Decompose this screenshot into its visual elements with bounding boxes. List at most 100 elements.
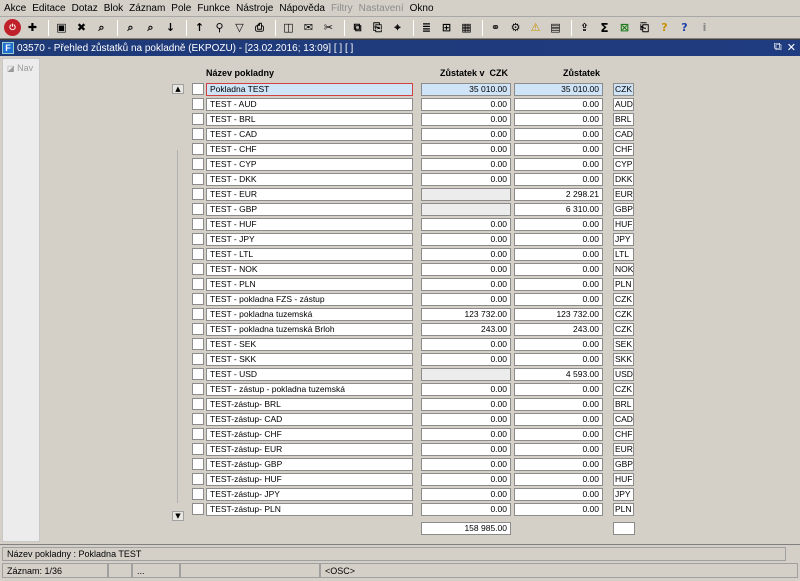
tree-icon[interactable]: ⊞ [438,19,455,36]
gear-icon[interactable]: ⚙ [507,19,524,36]
nav-panel[interactable]: ◪ Nav [2,58,40,542]
print-icon[interactable]: ⎙ [251,19,268,36]
cell-czk-balance[interactable]: 0.00 [421,353,511,366]
cell-currency[interactable]: CZK [613,323,634,336]
cell-czk-balance[interactable] [421,203,511,216]
menu-nastroje[interactable]: Nástroje [236,3,273,14]
cell-currency[interactable]: USD [613,368,634,381]
cell-balance[interactable]: 0.00 [514,293,603,306]
cell-czk-balance[interactable]: 0.00 [421,503,511,516]
info-icon[interactable]: i [696,19,713,36]
cell-name[interactable]: TEST - GBP [206,203,413,216]
excel-icon[interactable]: ⊠ [616,19,633,36]
cell-czk-balance[interactable]: 0.00 [421,338,511,351]
cell-balance[interactable]: 0.00 [514,173,603,186]
cell-currency[interactable]: NOK [613,263,634,276]
cell-currency[interactable]: CAD [613,128,634,141]
row-checkbox[interactable] [192,83,204,95]
cell-czk-balance[interactable]: 0.00 [421,113,511,126]
row-checkbox[interactable] [192,98,204,110]
scroll-down-button[interactable]: ▼ [172,511,184,521]
insert-record-icon[interactable]: ✚ [24,19,41,36]
cell-czk-balance[interactable] [421,188,511,201]
cell-czk-balance[interactable]: 0.00 [421,128,511,141]
cell-name[interactable]: TEST - USD [206,368,413,381]
cell-name[interactable]: TEST - pokladna FZS - zástup [206,293,413,306]
cell-czk-balance[interactable]: 0.00 [421,143,511,156]
row-checkbox[interactable] [192,113,204,125]
cell-currency[interactable]: GBP [613,458,634,471]
row-checkbox[interactable] [192,263,204,275]
row-checkbox[interactable] [192,278,204,290]
cell-czk-balance[interactable]: 0.00 [421,173,511,186]
cell-balance[interactable]: 0.00 [514,338,603,351]
cell-czk-balance[interactable]: 0.00 [421,263,511,276]
row-checkbox[interactable] [192,428,204,440]
cell-name[interactable]: TEST - SKK [206,353,413,366]
cell-name[interactable]: TEST - CAD [206,128,413,141]
menu-nastaveni[interactable]: Nastavení [359,3,404,14]
cell-currency[interactable]: PLN [613,503,634,516]
scrollbar-track[interactable] [177,150,178,503]
filter-icon[interactable]: ⚲ [211,19,228,36]
cell-balance[interactable]: 0.00 [514,488,603,501]
mail-icon[interactable]: ✉ [300,19,317,36]
cell-czk-balance[interactable]: 0.00 [421,428,511,441]
cell-balance[interactable]: 6 310.00 [514,203,603,216]
menu-funkce[interactable]: Funkce [197,3,230,14]
sort-desc-icon[interactable]: ↑ [191,19,208,36]
cell-name[interactable]: TEST-zástup- GBP [206,458,413,471]
delete-record-icon[interactable]: ✖ [73,19,90,36]
close-icon[interactable]: ✕ [787,41,796,54]
cell-balance[interactable]: 0.00 [514,398,603,411]
cell-balance[interactable]: 0.00 [514,263,603,276]
cell-czk-balance[interactable]: 0.00 [421,293,511,306]
cell-balance[interactable]: 0.00 [514,248,603,261]
report-icon[interactable]: ▤ [547,19,564,36]
save-icon[interactable]: ▣ [53,19,70,36]
row-checkbox[interactable] [192,473,204,485]
menu-napoveda[interactable]: Nápověda [279,3,325,14]
cell-currency[interactable]: JPY [613,233,634,246]
cell-name[interactable]: TEST - DKK [206,173,413,186]
cell-balance[interactable]: 0.00 [514,428,603,441]
cell-balance[interactable]: 0.00 [514,413,603,426]
cell-czk-balance[interactable]: 243.00 [421,323,511,336]
cell-currency[interactable]: BRL [613,398,634,411]
cell-czk-balance[interactable]: 0.00 [421,218,511,231]
cell-balance[interactable]: 0.00 [514,233,603,246]
cell-name[interactable]: TEST-zástup- CAD [206,413,413,426]
cell-currency[interactable]: EUR [613,443,634,456]
row-checkbox[interactable] [192,368,204,380]
cell-czk-balance[interactable]: 0.00 [421,278,511,291]
cell-currency[interactable]: SKK [613,353,634,366]
query-execute-icon[interactable]: ⌕ [122,19,139,36]
cell-currency[interactable]: GBP [613,203,634,216]
cell-czk-balance[interactable]: 0.00 [421,458,511,471]
attach-icon[interactable]: ⚭ [487,19,504,36]
help-question-icon[interactable]: ? [656,19,673,36]
cell-name[interactable]: TEST-zástup- BRL [206,398,413,411]
cell-name[interactable]: TEST-zástup- CHF [206,428,413,441]
cell-czk-balance[interactable]: 0.00 [421,98,511,111]
cell-balance[interactable]: 0.00 [514,383,603,396]
cell-balance[interactable]: 123 732.00 [514,308,603,321]
cell-currency[interactable]: LTL [613,248,634,261]
cell-currency[interactable]: CZK [613,308,634,321]
row-checkbox[interactable] [192,338,204,350]
help-icon[interactable]: ? [676,19,693,36]
cell-name[interactable]: TEST - zástup - pokladna tuzemská [206,383,413,396]
cell-name[interactable]: TEST-zástup- JPY [206,488,413,501]
cell-balance[interactable]: 4 593.00 [514,368,603,381]
warning-icon[interactable]: ⚠ [527,19,544,36]
menu-blok[interactable]: Blok [104,3,123,14]
cell-balance[interactable]: 0.00 [514,158,603,171]
cell-currency[interactable]: HUF [613,473,634,486]
menu-editace[interactable]: Editace [32,3,65,14]
row-checkbox[interactable] [192,143,204,155]
menu-dotaz[interactable]: Dotaz [72,3,98,14]
cell-name[interactable]: TEST - CHF [206,143,413,156]
row-checkbox[interactable] [192,323,204,335]
cell-currency[interactable]: CZK [613,383,634,396]
cell-currency[interactable]: JPY [613,488,634,501]
